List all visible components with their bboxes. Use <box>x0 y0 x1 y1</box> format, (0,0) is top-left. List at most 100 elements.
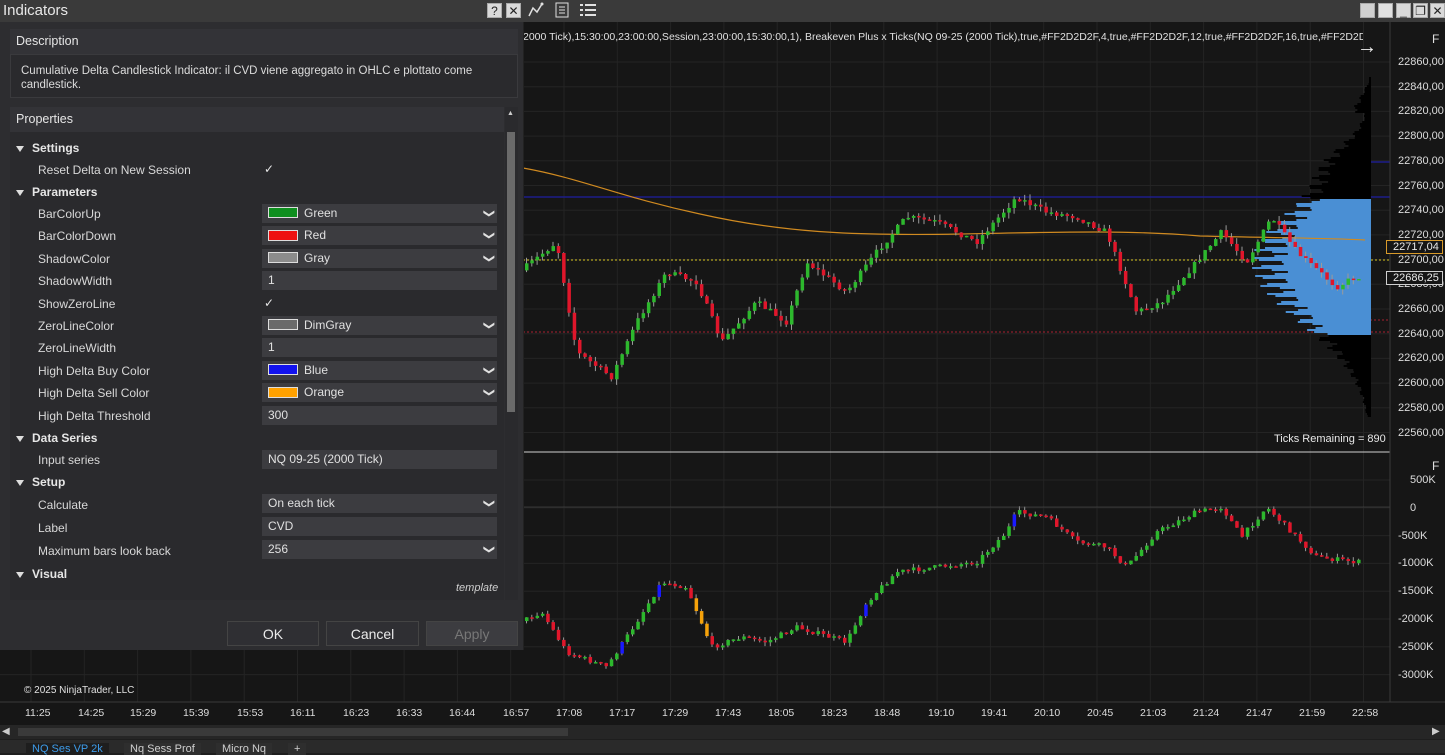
candle-body <box>1097 227 1101 231</box>
profile-bar <box>1355 111 1371 113</box>
draw-icon[interactable] <box>527 2 545 20</box>
profile-bar <box>1364 115 1371 117</box>
candle-body <box>1023 200 1027 202</box>
data-box-icon[interactable] <box>553 2 571 20</box>
param-color-select[interactable]: DimGray ❯ <box>262 316 497 335</box>
category-data-series[interactable]: Data Series <box>16 431 97 445</box>
close-icon[interactable]: ✕ <box>506 3 521 18</box>
delta-candle-body <box>668 583 672 586</box>
profile-bar <box>1277 221 1371 223</box>
time-axis[interactable]: 11:25 14:25 15:29 15:39 15:53 16:11 16:23 16:33… <box>0 703 1390 721</box>
calculate-select[interactable]: On each tick ❯ <box>262 494 497 513</box>
tab-nq-sess-prof[interactable]: Nq Sess Prof <box>124 743 201 755</box>
param-label: ShowZeroLine <box>38 296 116 311</box>
delta-axis[interactable]: 500K 0 -500K -1000K -1500K -2000K -2500K -3000K <box>1390 452 1445 702</box>
category-setup[interactable]: Setup <box>16 475 65 489</box>
price-tick-label: 22800,00 <box>1398 130 1444 143</box>
param-label: ShadowColor <box>38 251 111 266</box>
param-field[interactable]: 1 <box>262 338 497 358</box>
tile-icon[interactable] <box>1360 3 1375 18</box>
candle-body <box>922 217 926 220</box>
input-series-field[interactable]: NQ 09-25 (2000 Tick) <box>262 450 497 469</box>
price-axis[interactable]: 22860,00 22840,00 22820,00 22800,00 22780,00… <box>1386 22 1445 452</box>
cancel-button[interactable]: Cancel <box>326 621 419 646</box>
profile-bar <box>1319 337 1371 339</box>
delta-candle-body <box>742 636 746 640</box>
delta-candle-body <box>805 629 810 632</box>
profile-bar <box>1345 143 1371 145</box>
profile-bar <box>1287 271 1371 273</box>
profile-bar <box>1360 393 1371 395</box>
profile-bar <box>1272 251 1371 253</box>
tab-nq-ses-vp[interactable]: NQ Ses VP 2k <box>26 743 109 755</box>
scroll-left-icon[interactable]: ◀ <box>2 726 10 737</box>
param-color-select[interactable]: Green ❯ <box>262 204 497 223</box>
profile-bar <box>1294 211 1371 213</box>
param-color-select[interactable]: Gray ❯ <box>262 248 497 268</box>
profile-bar <box>1365 411 1371 413</box>
profile-bar <box>1350 373 1371 375</box>
chevron-down-icon: ❯ <box>482 388 495 398</box>
time-tick-label: 15:39 <box>183 707 210 719</box>
candle-body <box>896 224 900 235</box>
list-icon[interactable] <box>579 2 597 20</box>
template-link[interactable]: template <box>456 582 498 594</box>
apply-button[interactable]: Apply <box>426 621 518 646</box>
candle-body <box>848 287 852 291</box>
candle-body <box>1314 263 1319 269</box>
max-bars-select[interactable]: 256 ❯ <box>262 540 497 559</box>
tile-icon[interactable] <box>1378 3 1393 18</box>
restore-icon[interactable]: ❐ <box>1413 3 1428 18</box>
param-checkbox[interactable]: ✓ <box>264 296 274 310</box>
delta-candle-body <box>1272 508 1276 515</box>
delta-candle-body <box>1351 561 1356 564</box>
add-tab-button[interactable]: + <box>288 743 307 755</box>
vwap-line <box>522 167 1366 241</box>
horizontal-scrollbar[interactable]: ◀ ▶ <box>0 725 1445 739</box>
properties-scrollbar[interactable]: ▲ <box>505 107 518 600</box>
copyright: © 2025 NinjaTrader, LLC <box>24 685 135 696</box>
param-color-select[interactable]: Red ❯ <box>262 226 497 246</box>
scrollbar-thumb[interactable] <box>507 132 515 412</box>
price-tick-label: 22560,00 <box>1398 426 1444 439</box>
scroll-up-icon[interactable]: ▲ <box>507 110 514 117</box>
scrollbar-thumb[interactable] <box>18 728 568 736</box>
delta-tick-label: -2000K <box>1398 613 1434 625</box>
param-field[interactable]: 1 <box>262 271 497 291</box>
profile-bar <box>1348 145 1371 147</box>
window-titlebar: Indicators ? ✕ _ ❐ ✕ <box>0 0 1445 23</box>
category-parameters[interactable]: Parameters <box>16 185 97 199</box>
profile-bar <box>1348 139 1371 141</box>
param-color-select[interactable]: Blue ❯ <box>262 360 497 380</box>
param-field[interactable]: 300 <box>262 405 497 425</box>
ok-button[interactable]: OK <box>227 621 319 646</box>
delta-candle-body <box>959 564 964 567</box>
candle-body <box>1229 237 1234 244</box>
profile-bar <box>1295 289 1371 291</box>
category-visual[interactable]: Visual <box>16 567 67 581</box>
minimize-icon[interactable]: _ <box>1396 3 1411 18</box>
profile-bar <box>1366 407 1371 409</box>
tab-micro-nq[interactable]: Micro Nq <box>216 743 273 755</box>
category-settings[interactable]: Settings <box>16 141 79 155</box>
candle-body <box>1330 279 1335 286</box>
candle-body <box>874 249 879 258</box>
param-label: High Delta Sell Color <box>38 386 150 401</box>
param-value: Gray <box>304 250 331 265</box>
param-color-select[interactable]: Orange ❯ <box>262 383 497 403</box>
reset-delta-checkbox[interactable]: ✓ <box>264 162 274 176</box>
candle-body <box>530 260 534 264</box>
time-tick-label: 11:25 <box>25 707 51 719</box>
candle-body <box>1351 278 1356 281</box>
scroll-right-icon[interactable]: ▶ <box>1432 726 1440 737</box>
delta-candle-body <box>1203 508 1207 512</box>
profile-bar <box>1283 263 1371 265</box>
profile-bar <box>1312 323 1371 325</box>
profile-bar <box>1347 367 1371 369</box>
label-field[interactable]: CVD <box>262 517 497 536</box>
delta-candle-body <box>954 566 958 568</box>
close-icon[interactable]: ✕ <box>1430 3 1445 18</box>
help-icon[interactable]: ? <box>487 3 502 18</box>
arrow-right-icon[interactable]: → <box>1357 36 1377 59</box>
candle-body <box>1123 270 1128 285</box>
